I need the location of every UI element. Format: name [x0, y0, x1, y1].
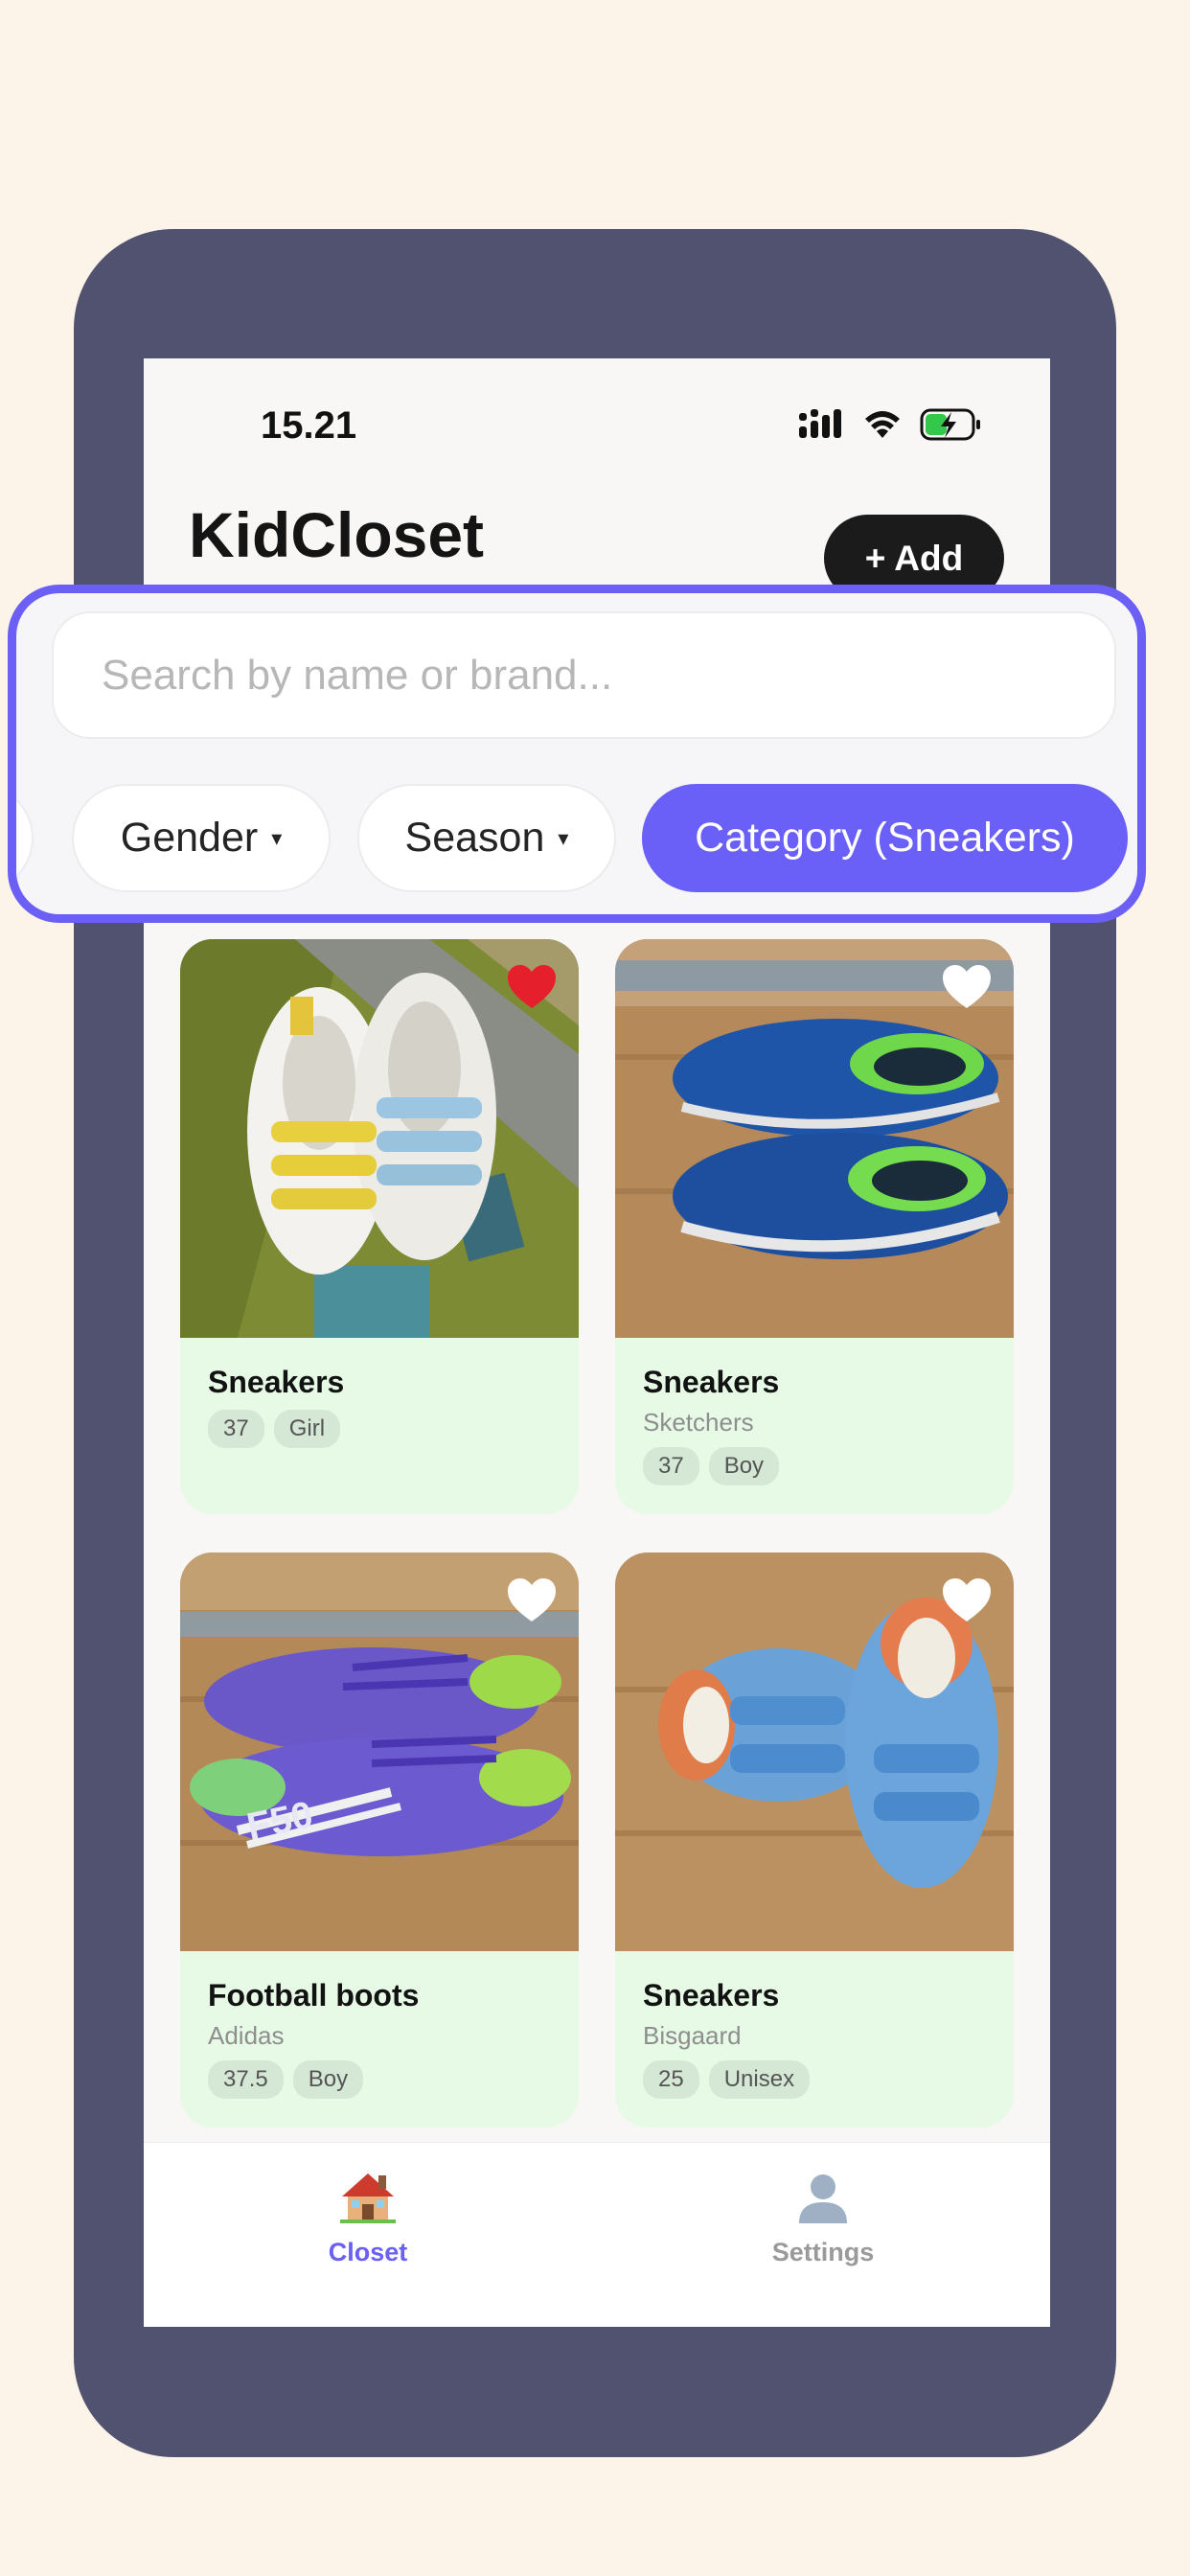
favorite-heart-icon[interactable] [506, 1576, 558, 1627]
tab-settings[interactable]: Settings [727, 2170, 919, 2267]
item-brand: Sketchers [643, 1408, 754, 1437]
size-tag: 37 [208, 1410, 264, 1448]
item-name: Football boots [208, 1978, 420, 2012]
person-silhouette-icon [799, 2174, 847, 2223]
chip-label: Gender [120, 815, 259, 861]
house-icon [340, 2174, 396, 2223]
item-info: Sneakers Bisgaard 25 Unisex [643, 1978, 995, 2099]
status-icons [799, 408, 983, 441]
chip-label: Season [404, 815, 545, 861]
item-card[interactable]: Sneakers Sketchers 37 Boy [615, 939, 1014, 1514]
tab-bar: Closet Settings [144, 2142, 1050, 2327]
cellular-signal-icon [799, 409, 841, 438]
gender-tag: Boy [292, 2060, 364, 2099]
item-name: Sneakers [643, 1978, 780, 2012]
tab-label: Settings [771, 2238, 875, 2266]
item-name: Sneakers [208, 1365, 345, 1399]
item-info: Sneakers 37 Girl [208, 1365, 560, 1448]
item-card[interactable]: F50 Football boots Adidas 37.5 Boy [180, 1552, 579, 2128]
item-tags: 37.5 Boy [208, 2060, 560, 2099]
filter-gender[interactable]: Gender ▾ [72, 784, 331, 892]
item-tags: 37 Boy [643, 1447, 995, 1485]
item-name: Sneakers [643, 1365, 780, 1399]
gender-tag: Girl [273, 1410, 341, 1448]
app-title: KidCloset [189, 499, 485, 570]
size-tag: 37 [643, 1447, 699, 1485]
gender-tag: Boy [708, 1447, 780, 1485]
filter-category[interactable]: Category (Sneakers) [642, 784, 1128, 892]
caret-down-icon: ▾ [558, 825, 569, 850]
item-info: Football boots Adidas 37.5 Boy [208, 1978, 560, 2099]
size-tag: 37.5 [208, 2060, 284, 2099]
search-box[interactable] [52, 611, 1116, 739]
item-info: Sneakers Sketchers 37 Boy [643, 1365, 995, 1485]
filter-season[interactable]: Season ▾ [357, 784, 616, 892]
item-card[interactable]: Sneakers Bisgaard 25 Unisex [615, 1552, 1014, 2128]
chip-label: Category (Sneakers) [695, 815, 1075, 861]
size-tag: 25 [643, 2060, 699, 2099]
caret-down-icon: ▾ [271, 825, 283, 850]
item-brand: Bisgaard [643, 2021, 742, 2050]
tab-closet[interactable]: Closet [272, 2170, 464, 2267]
search-filter-panel: Gender ▾ Season ▾ Category (Sneakers) [8, 585, 1146, 923]
item-tags: 25 Unisex [643, 2060, 995, 2099]
filter-chip-partial[interactable] [16, 784, 34, 892]
favorite-heart-icon[interactable] [506, 962, 558, 1014]
favorite-heart-icon[interactable] [941, 962, 993, 1014]
status-time: 15.21 [261, 404, 357, 447]
search-input[interactable] [54, 613, 1114, 737]
gender-tag: Unisex [708, 2060, 811, 2099]
battery-charging-icon [920, 408, 980, 441]
tab-label: Closet [328, 2238, 408, 2266]
favorite-heart-icon[interactable] [941, 1576, 993, 1627]
item-card[interactable]: Sneakers 37 Girl [180, 939, 579, 1514]
item-tags: 37 Girl [208, 1410, 560, 1448]
wifi-icon [865, 411, 900, 438]
item-brand: Adidas [208, 2021, 285, 2050]
